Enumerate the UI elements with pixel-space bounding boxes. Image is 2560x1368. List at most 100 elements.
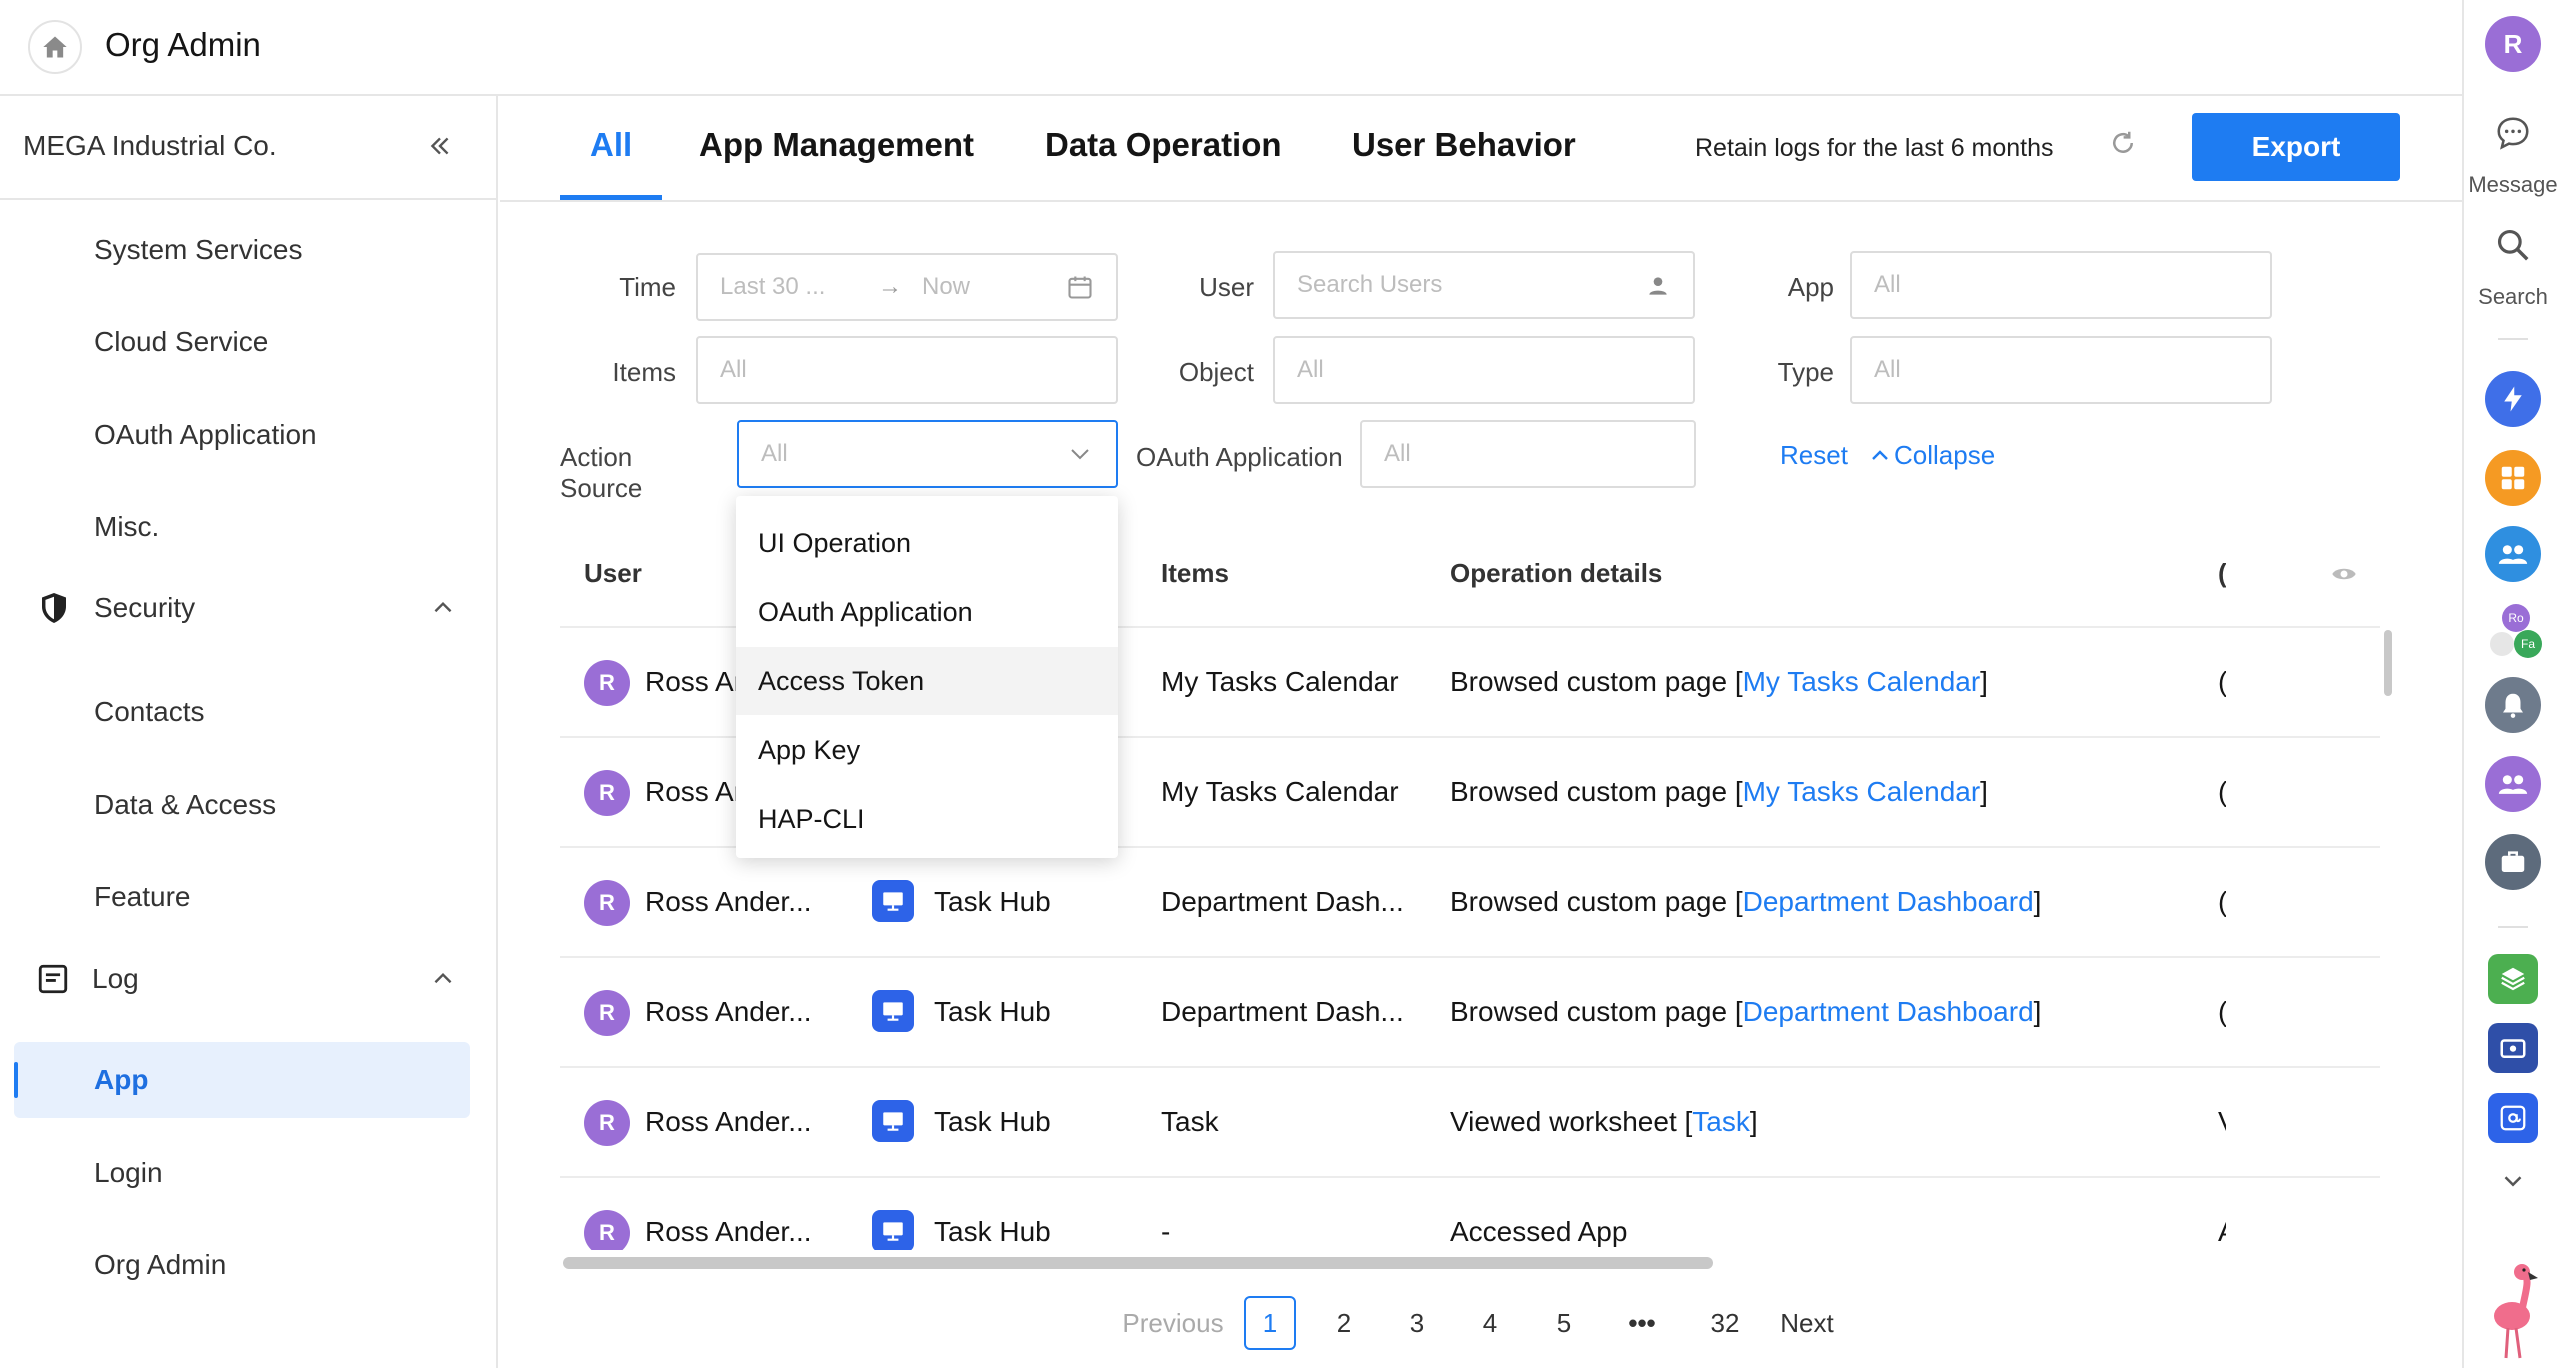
rail-app-wallet[interactable] [2488,1023,2538,1073]
app-value: All [1874,271,1901,298]
detail-text: Browsed custom page [ [1450,776,1743,807]
dropdown-option-access-token[interactable]: Access Token [736,647,1118,715]
dropdown-option-ui-operation[interactable]: UI Operation [736,509,1118,577]
column-header-operation-details[interactable]: Operation details [1450,558,1662,589]
tab-all[interactable]: All [590,126,632,164]
rail-expand-button[interactable] [2498,1166,2528,1201]
dropdown-option-hap-cli[interactable]: HAP-CLI [736,785,1118,853]
pagination-page-2[interactable]: 2 [1322,1296,1366,1350]
rail-app-lightning[interactable] [2485,371,2541,427]
sidebar-item-contacts[interactable]: Contacts [94,696,205,728]
mini-avatar: Fa [2514,630,2542,658]
flamingo-mascot[interactable] [2486,1260,2542,1365]
sidebar-item-login[interactable]: Login [94,1157,163,1189]
sidebar-group-security[interactable]: Security [36,583,456,633]
refresh-button[interactable] [2108,128,2140,160]
rail-divider [2498,926,2528,928]
detail-text: Accessed App [1450,1216,1628,1247]
user-avatar[interactable]: R [2485,16,2541,72]
rail-notifications[interactable] [2485,677,2541,733]
pagination-page-5[interactable]: 5 [1542,1296,1586,1350]
double-chevron-left-icon [430,137,449,155]
sidebar-active-indicator [14,1062,18,1098]
oauth-application-select[interactable]: All [1360,420,1696,488]
monitor-icon [883,1002,903,1021]
column-header-user[interactable]: User [584,558,642,589]
rail-app-team[interactable] [2485,756,2541,812]
object-label: Object [1178,357,1254,387]
rail-app-email[interactable] [2488,1093,2538,1143]
column-header-items[interactable]: Items [1161,558,1229,589]
pagination-page-last[interactable]: 32 [1700,1296,1750,1350]
horizontal-scrollbar[interactable] [563,1257,1713,1269]
sidebar-group-label: Log [92,963,139,994]
sidebar-item-misc[interactable]: Misc. [94,511,159,543]
detail-link[interactable]: My Tasks Calendar [1743,776,1981,807]
detail-link[interactable]: Department Dashboard [1743,996,2034,1027]
message-button[interactable] [2494,114,2532,157]
collapse-filters-button[interactable]: Collapse [1868,440,1995,471]
sidebar-item-cloud-service[interactable]: Cloud Service [94,326,268,358]
column-visibility-button[interactable] [2330,560,2358,593]
grid-icon [2501,466,2525,490]
items-label: Items [612,357,676,387]
detail-link[interactable]: My Tasks Calendar [1743,666,1981,697]
rail-chat-members[interactable]: Ro Fa [2488,604,2542,660]
table-row[interactable]: R Ross Ander... Task Hub Department Dash… [560,846,2380,956]
pagination-previous[interactable]: Previous [1118,1296,1228,1350]
home-button[interactable] [28,20,82,74]
org-selector[interactable]: MEGA Industrial Co. [0,96,496,200]
sidebar-item-system-services[interactable]: System Services [94,234,303,266]
vertical-scrollbar[interactable] [2384,630,2392,696]
tab-data-operation[interactable]: Data Operation [1045,126,1282,164]
user-search-input[interactable]: Search Users [1273,251,1695,319]
pagination-page-3[interactable]: 3 [1395,1296,1439,1350]
tab-user-behavior[interactable]: User Behavior [1352,126,1576,164]
sidebar-item-oauth-application[interactable]: OAuth Application [94,419,317,451]
box-icon [2501,967,2525,991]
dropdown-option-app-key[interactable]: App Key [736,716,1118,784]
tab-app-management[interactable]: App Management [699,126,974,164]
reset-button[interactable]: Reset [1780,440,1848,471]
pagination-next[interactable]: Next [1774,1296,1840,1350]
sidebar-item-app[interactable]: App [94,1064,148,1096]
dropdown-option-oauth-application[interactable]: OAuth Application [736,578,1118,646]
time-end: Now [922,273,971,300]
rail-app-group[interactable] [2485,526,2541,582]
rail-app-briefcase[interactable] [2485,834,2541,890]
export-button[interactable]: Export [2192,113,2400,181]
sidebar-item-org-admin[interactable]: Org Admin [94,1249,226,1281]
pagination-page-4[interactable]: 4 [1468,1296,1512,1350]
time-range-picker[interactable]: Last 30 ... → Now [696,253,1118,321]
monitor-icon [883,892,903,911]
pagination-page-1[interactable]: 1 [1244,1296,1296,1350]
table-row[interactable]: R Ross Ander... Task Hub - Accessed App … [560,1176,2380,1250]
chevron-up-icon [434,601,452,613]
row-detail: Browsed custom page [My Tasks Calendar] [1450,776,1988,808]
table-row[interactable]: R Ross Ander... Task Hub Task Viewed wor… [560,1066,2380,1176]
detail-text-end: ] [1749,1106,1758,1137]
search-button[interactable] [2494,226,2532,269]
detail-link[interactable]: Task [1692,1106,1750,1137]
collapse-sidebar-button[interactable] [420,126,460,166]
app-select[interactable]: All [1850,251,2272,319]
detail-link[interactable]: Department Dashboard [1743,886,2034,917]
mini-avatar: Ro [2502,604,2530,632]
action-source-select[interactable]: All [737,420,1118,488]
rail-app-grid[interactable] [2485,450,2541,506]
rail-app-box[interactable] [2488,954,2538,1004]
sidebar-item-feature[interactable]: Feature [94,881,191,913]
row-items: My Tasks Calendar [1161,776,1399,807]
pagination-ellipsis[interactable]: ••• [1614,1296,1670,1350]
collapse-label: Collapse [1894,440,1996,470]
sidebar-group-log[interactable]: Log [36,954,456,1004]
row-app: Task Hub [934,996,1051,1027]
chevron-down-icon [2504,1176,2522,1187]
mini-avatar-photo [2488,630,2516,658]
time-start: Last 30 ... [720,273,826,300]
table-row[interactable]: R Ross Ander... Task Hub Department Dash… [560,956,2380,1066]
object-select[interactable]: All [1273,336,1695,404]
type-select[interactable]: All [1850,336,2272,404]
items-select[interactable]: All [696,336,1118,404]
sidebar-item-data-access[interactable]: Data & Access [94,789,276,821]
